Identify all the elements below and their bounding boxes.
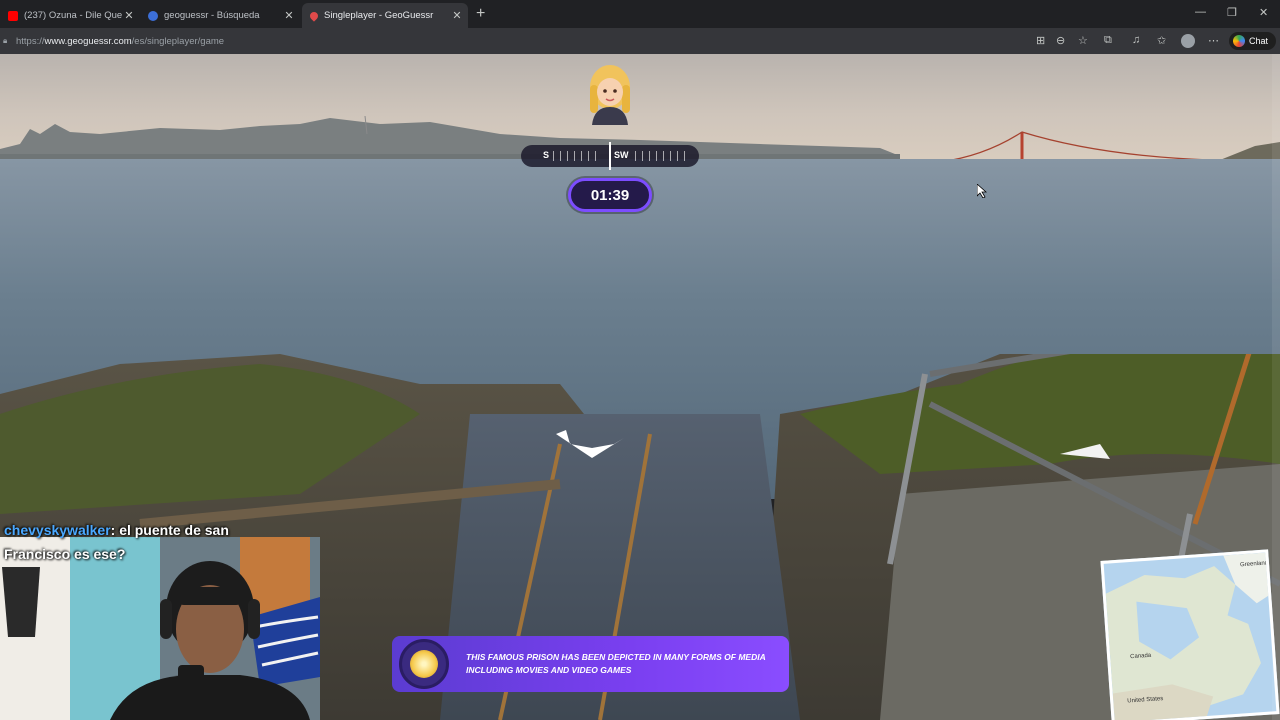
chat-username: chevyskywalker <box>4 522 111 538</box>
player-avatar <box>590 65 630 125</box>
restore-icon[interactable]: ❐ <box>1227 6 1237 19</box>
lock-icon[interactable]: 🔒︎ <box>3 36 7 46</box>
location-pin-favicon-icon <box>308 9 320 22</box>
tracking-prevention-icon[interactable]: ⊖ <box>1056 34 1065 47</box>
tab-geoguessr[interactable]: Singleplayer - GeoGuessr ✕ <box>302 3 468 28</box>
navigation-arrow-icon[interactable] <box>552 426 632 460</box>
mouse-cursor-icon <box>977 184 987 198</box>
favorites-icon[interactable]: ✩ <box>1157 34 1166 47</box>
plus-icon[interactable]: + <box>476 5 485 23</box>
tab-ozuna[interactable]: (237) Ozuna - Dile Que Tu Me ✕ <box>0 3 140 28</box>
close-window-icon[interactable]: ✕ <box>1259 6 1268 19</box>
hint-text: THIS FAMOUS PRISON HAS BEEN DEPICTED IN … <box>466 652 766 675</box>
tab-title: Singleplayer - GeoGuessr <box>324 10 434 21</box>
tab-search[interactable]: geoguessr - Búsqueda ✕ <box>140 3 300 28</box>
address-bar: 🔒︎ https://www.geoguessr.com/es/singlepl… <box>0 28 1280 54</box>
tab-title: geoguessr - Búsqueda <box>164 10 260 21</box>
compass-needle <box>609 142 611 170</box>
app-install-icon[interactable]: ⊞ <box>1036 34 1045 47</box>
stream-chat-message: chevyskywalker: el puente de san Francis… <box>4 518 254 566</box>
compass-label-south: S <box>543 150 550 160</box>
tab-strip: (237) Ozuna - Dile Que Tu Me ✕ geoguessr… <box>0 0 1280 28</box>
url-prefix: https:// <box>16 36 45 47</box>
url-path: /es/singleplayer/game <box>131 36 225 47</box>
tab-title: (237) Ozuna - Dile Que Tu Me <box>24 10 122 21</box>
close-tab-icon[interactable]: ✕ <box>282 9 296 22</box>
search-favicon-icon <box>148 10 158 21</box>
youtube-favicon-icon <box>8 10 18 21</box>
profile-avatar[interactable] <box>1181 34 1195 48</box>
minimap-land <box>1105 552 1275 720</box>
chat-label: Chat <box>1249 36 1269 46</box>
scrollbar[interactable] <box>1272 54 1280 720</box>
lightbulb-icon <box>399 639 449 689</box>
round-timer: 01:39 <box>568 178 652 212</box>
close-tab-icon[interactable]: ✕ <box>450 9 464 22</box>
compass-bar: S SW <box>521 142 699 170</box>
extensions-icon[interactable]: ⧉ <box>1104 34 1112 47</box>
favorite-star-icon[interactable]: ☆ <box>1078 34 1088 47</box>
url-field[interactable]: https://www.geoguessr.com/es/singleplaye… <box>16 36 224 47</box>
url-host: www.geoguessr.com <box>44 36 132 47</box>
guess-minimap[interactable]: Greenland Canada United States <box>1100 549 1280 720</box>
copilot-chat-button[interactable]: Chat <box>1229 32 1276 50</box>
copilot-logo-icon <box>1233 35 1245 47</box>
media-control-icon[interactable]: ♫ <box>1132 34 1140 46</box>
minimize-icon[interactable]: — <box>1195 6 1206 18</box>
more-menu-icon[interactable]: ⋯ <box>1208 34 1219 47</box>
close-tab-icon[interactable]: ✕ <box>122 9 136 22</box>
hint-banner: THIS FAMOUS PRISON HAS BEEN DEPICTED IN … <box>392 636 789 692</box>
compass-label-southwest: SW <box>614 150 629 160</box>
